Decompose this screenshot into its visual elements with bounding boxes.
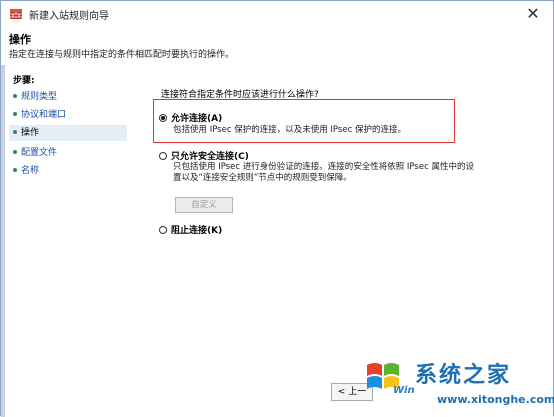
watermark-text: 系统之家: [415, 362, 512, 388]
close-icon: ✕: [526, 4, 540, 23]
step-bullet-icon: [13, 112, 17, 116]
radio-secure[interactable]: [159, 152, 167, 160]
radio-block[interactable]: [159, 226, 167, 234]
step-name[interactable]: 名称: [9, 163, 127, 179]
desc-line: 包括使用 IPsec 保护的连接，以及未使用 IPsec 保护的连接。: [173, 125, 406, 135]
window-title: 新建入站规则向导: [29, 11, 109, 22]
option-label: 只允许安全连接(C): [171, 152, 249, 162]
secure-only-option[interactable]: 只允许安全连接(C): [159, 149, 249, 162]
steps-title: 步骤:: [13, 76, 35, 86]
option-label: 阻止连接(K): [171, 226, 223, 236]
watermark-url: www.xitonghe.com: [437, 393, 554, 406]
step-profile[interactable]: 配置文件: [9, 145, 127, 161]
page-title: 操作: [9, 33, 31, 46]
option-label: 允许连接(A): [171, 114, 223, 124]
step-label: 操作: [21, 128, 40, 138]
desc-line: 只包括使用 IPsec 进行身份验证的连接。连接的安全性将依照 IPsec 属性…: [173, 162, 474, 172]
site-watermark: 系统之家 Win www.xitonghe.com: [363, 353, 554, 413]
title-bar: 新建入站规则向导 ✕: [1, 1, 553, 27]
step-protocol-port[interactable]: 协议和端口: [9, 107, 127, 123]
step-bullet-icon: [13, 168, 17, 172]
step-label: 协议和端口: [21, 110, 67, 120]
page-subtitle: 指定在连接与规则中指定的条件相匹配时要执行的操作。: [9, 50, 235, 60]
steps-panel: 步骤: 规则类型 协议和端口 操作 配置文件 名称: [5, 65, 130, 417]
secure-only-desc: 只包括使用 IPsec 进行身份验证的连接。连接的安全性将依照 IPsec 属性…: [173, 162, 474, 184]
wizard-window: 新建入站规则向导 ✕ 操作 指定在连接与规则中指定的条件相匹配时要执行的操作。 …: [0, 0, 554, 417]
desc-line: 置以及“连接安全规则”节点中的规则受到保障。: [173, 173, 352, 183]
radio-allow[interactable]: [159, 114, 167, 122]
step-bullet-icon: [13, 94, 17, 98]
step-label: 规则类型: [21, 92, 58, 102]
block-connection-option[interactable]: 阻止连接(K): [159, 223, 222, 236]
step-bullet-icon: [13, 130, 17, 134]
firewall-app-icon: [10, 9, 22, 19]
page-header: 操作 指定在连接与规则中指定的条件相匹配时要执行的操作。: [1, 27, 553, 66]
step-bullet-icon: [13, 150, 17, 154]
customize-button[interactable]: 自定义: [175, 197, 233, 213]
step-label: 名称: [21, 166, 40, 176]
close-button[interactable]: ✕: [521, 4, 545, 24]
watermark-win-text: Win: [393, 385, 415, 396]
step-rule-type[interactable]: 规则类型: [9, 89, 127, 105]
step-label: 配置文件: [21, 148, 58, 158]
step-action[interactable]: 操作: [9, 125, 127, 141]
allow-connection-option[interactable]: 允许连接(A): [159, 111, 222, 124]
allow-connection-desc: 包括使用 IPsec 保护的连接，以及未使用 IPsec 保护的连接。: [173, 125, 406, 136]
